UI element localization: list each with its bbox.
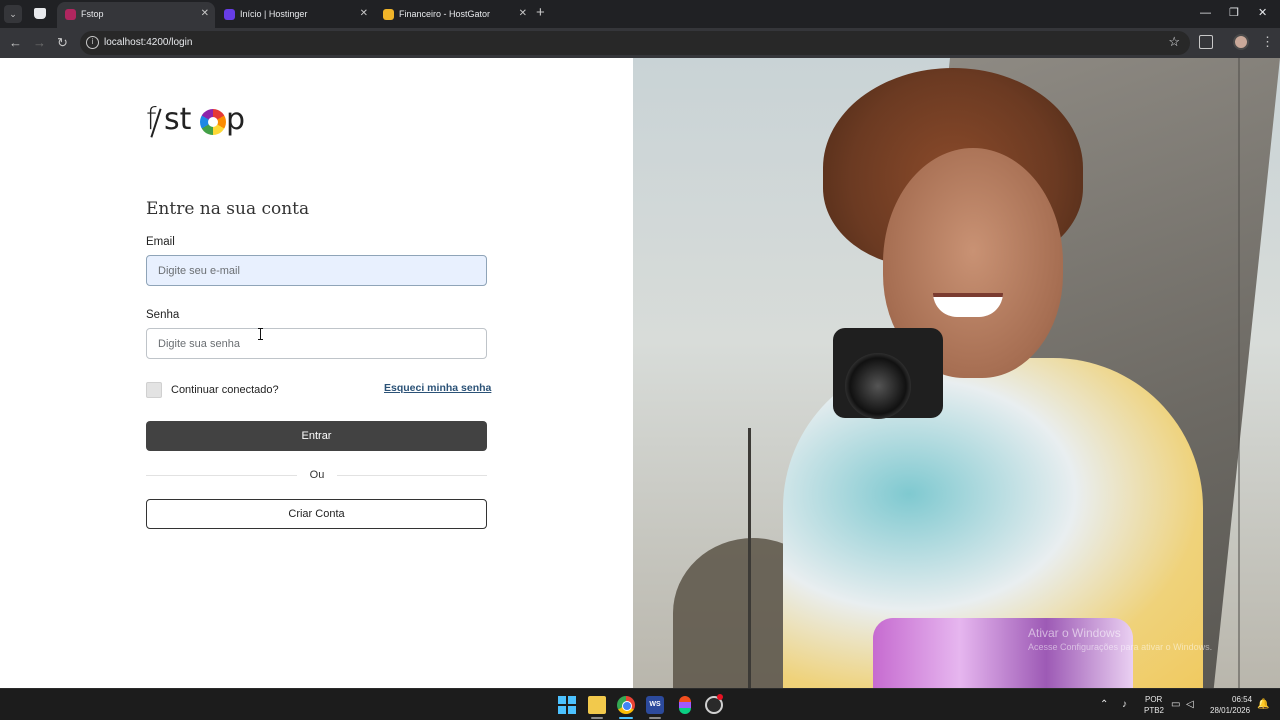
remember-label[interactable]: Continuar conectado?: [171, 384, 279, 396]
text-cursor-icon: [258, 328, 263, 340]
notification-badge: [717, 694, 723, 700]
address-bar[interactable]: i localhost:4200/login ☆: [80, 31, 1190, 55]
bookmark-star-icon[interactable]: ☆: [1168, 34, 1180, 50]
back-icon[interactable]: ←: [9, 35, 22, 51]
language-code[interactable]: POR: [1145, 695, 1162, 704]
minimize-icon[interactable]: —: [1200, 6, 1211, 20]
tab-close-icon[interactable]: ✕: [360, 8, 368, 20]
volume-icon[interactable]: ◁: [1186, 699, 1194, 711]
pinned-tab[interactable]: [30, 5, 50, 23]
chrome-icon[interactable]: [617, 696, 635, 714]
email-label: Email: [146, 236, 175, 248]
file-explorer-icon[interactable]: [588, 696, 606, 714]
email-field[interactable]: [146, 255, 487, 286]
browser-menu-icon[interactable]: ⋮: [1261, 35, 1274, 49]
fstop-logo: f st p: [146, 102, 246, 138]
tab-close-icon[interactable]: ✕: [201, 8, 209, 20]
windows-activation-title: Ativar o Windows: [1028, 626, 1121, 640]
tab-strip: ⌄ Fstop ✕ Início | Hostinger ✕ Financeir…: [0, 0, 1280, 28]
login-page: f st p Entre na sua conta Email Senha Co…: [0, 58, 1280, 688]
reload-icon[interactable]: ↻: [57, 35, 68, 51]
browser-toolbar: ← → ↻ i localhost:4200/login ☆: [0, 28, 1280, 58]
webstorm-icon[interactable]: WS: [646, 696, 664, 714]
new-tab-icon[interactable]: +: [536, 5, 545, 21]
profile-avatar[interactable]: [1233, 34, 1249, 50]
forward-icon[interactable]: →: [33, 35, 46, 51]
tab-title: Financeiro - HostGator: [399, 9, 491, 19]
password-field[interactable]: [146, 328, 487, 359]
divider-or-text: Ou: [309, 469, 325, 481]
create-account-button[interactable]: Criar Conta: [146, 499, 487, 529]
password-label: Senha: [146, 309, 180, 321]
pinned-tab-icon: [34, 8, 46, 19]
windows-activation-text: Acesse Configurações para ativar o Windo…: [1028, 642, 1213, 652]
tab-hostgator[interactable]: Financeiro - HostGator ✕: [375, 2, 533, 28]
remember-checkbox[interactable]: [146, 382, 162, 398]
clock-date[interactable]: 28/01/2026: [1210, 706, 1250, 715]
keyboard-layout[interactable]: PTB2: [1144, 706, 1164, 715]
divider-left: [146, 475, 297, 476]
hostgator-favicon-icon: [383, 9, 394, 20]
window-close-icon[interactable]: ✕: [1258, 6, 1267, 20]
network-icon[interactable]: ▭: [1171, 699, 1180, 711]
url-text[interactable]: localhost:4200/login: [104, 37, 192, 48]
forgot-password-link[interactable]: Esqueci minha senha: [384, 382, 491, 394]
tab-title: Fstop: [81, 9, 104, 19]
page-title: Entre na sua conta: [146, 199, 310, 219]
tab-close-icon[interactable]: ✕: [519, 8, 527, 20]
extensions-icon[interactable]: [1199, 35, 1213, 49]
restore-icon[interactable]: ❐: [1229, 6, 1239, 20]
hero-photo: Ativar o Windows Acesse Configurações pa…: [633, 58, 1280, 688]
site-info-icon[interactable]: i: [86, 36, 99, 49]
start-icon[interactable]: [558, 696, 576, 714]
tab-title: Início | Hostinger: [240, 9, 308, 19]
hostinger-favicon-icon: [224, 9, 235, 20]
clock-time[interactable]: 06:54: [1232, 695, 1252, 704]
tray-chevron-up-icon[interactable]: ⌃: [1100, 699, 1108, 711]
tab-search-icon[interactable]: ⌄: [4, 5, 22, 23]
fstop-favicon-icon: [65, 9, 76, 20]
divider-right: [337, 475, 487, 476]
windows-taskbar: WS ⌃ ♪ POR PTB2 ▭ ◁ 06:54 28/01/2026 🔔: [0, 688, 1280, 720]
aperture-logo-icon: [200, 109, 226, 135]
microphone-icon[interactable]: ♪: [1122, 699, 1127, 711]
login-button[interactable]: Entrar: [146, 421, 487, 451]
tab-hostinger[interactable]: Início | Hostinger ✕: [216, 2, 374, 28]
figma-icon[interactable]: [679, 696, 691, 714]
tab-fstop[interactable]: Fstop ✕: [57, 2, 215, 28]
notification-bell-icon[interactable]: 🔔: [1257, 699, 1269, 711]
